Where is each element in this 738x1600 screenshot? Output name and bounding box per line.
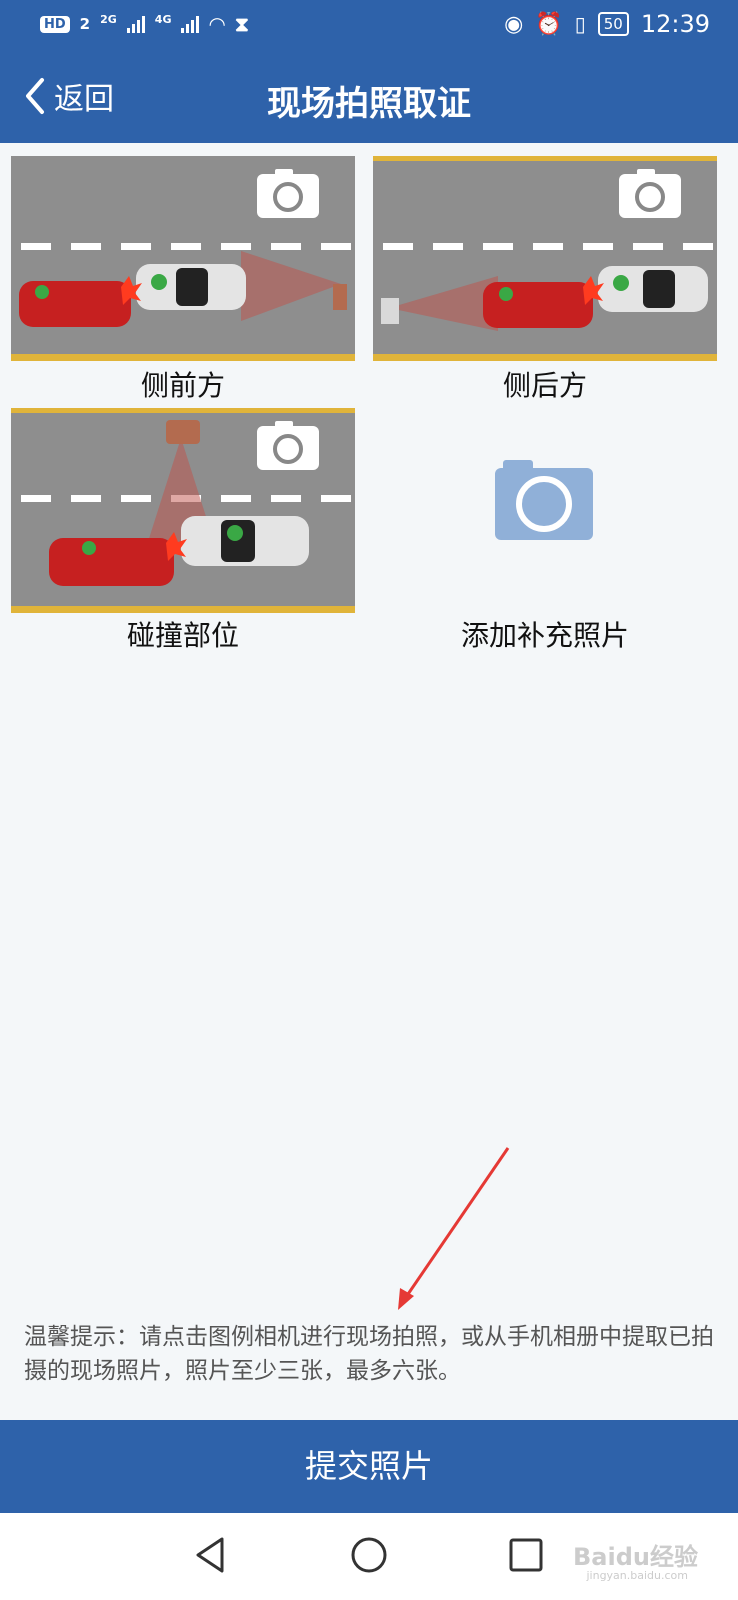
back-nav-icon[interactable]	[190, 1535, 230, 1575]
watermark-url: jingyan.baidu.com	[586, 1569, 688, 1582]
tile-label: 碰撞部位	[126, 619, 239, 652]
add-photo-tile[interactable]: 添加补充照片	[373, 408, 717, 658]
network-4g-label: 4G	[154, 12, 172, 26]
network-2g-label: 2G	[100, 12, 117, 26]
eye-icon: ◉	[504, 11, 524, 37]
recents-nav-icon[interactable]	[506, 1535, 546, 1575]
battery-icon: 50	[597, 12, 629, 36]
hourglass-icon: ⧗	[234, 12, 249, 36]
tile-label: 侧后方	[502, 369, 587, 402]
camera-icon	[495, 460, 593, 540]
add-photo-area	[373, 408, 717, 613]
status-bar: HD 2 2G 4G ◠ ⧗ ◉ ⏰ ▯ 50 12:39	[0, 0, 738, 52]
tip-text: 温馨提示：请点击图例相机进行现场拍照，或从手机相册中提取已拍摄的现场照片，照片至…	[24, 1324, 714, 1384]
submit-photos-button[interactable]: 提交照片	[0, 1420, 738, 1513]
signal-icon	[126, 15, 145, 33]
clock: 12:39	[640, 10, 710, 38]
photo-tile-front-side[interactable]: 侧前方	[11, 156, 355, 406]
page-title: 现场拍照取证	[267, 84, 471, 124]
signal-icon	[181, 15, 200, 33]
tile-label: 添加补充照片	[460, 619, 629, 652]
vibrate-icon: ▯	[574, 12, 586, 36]
status-right: ◉ ⏰ ▯ 50 12:39	[504, 10, 710, 38]
app-header: HD 2 2G 4G ◠ ⧗ ◉ ⏰ ▯ 50 12:39 返回 现场拍照取证	[0, 0, 738, 143]
home-nav-icon[interactable]	[349, 1535, 389, 1575]
photo-tile-impact-area[interactable]: 碰撞部位	[11, 408, 355, 658]
hd-badge: HD	[40, 15, 70, 33]
tile-label: 侧前方	[140, 369, 225, 402]
status-left: HD 2 2G 4G ◠ ⧗	[40, 12, 249, 36]
impact-area-illustration	[11, 408, 355, 613]
baidu-watermark: Baidu经验	[573, 1543, 698, 1571]
system-nav-bar: Baidu经验 jingyan.baidu.com	[0, 1513, 738, 1600]
nav-bar: 返回 现场拍照取证	[0, 52, 738, 143]
wifi-icon: ◠	[209, 12, 225, 36]
rear-side-illustration	[373, 156, 717, 361]
photo-tile-rear-side[interactable]: 侧后方	[373, 156, 717, 406]
front-side-illustration	[11, 156, 355, 361]
alarm-icon: ⏰	[535, 11, 563, 37]
sim-number: 2	[79, 15, 91, 33]
